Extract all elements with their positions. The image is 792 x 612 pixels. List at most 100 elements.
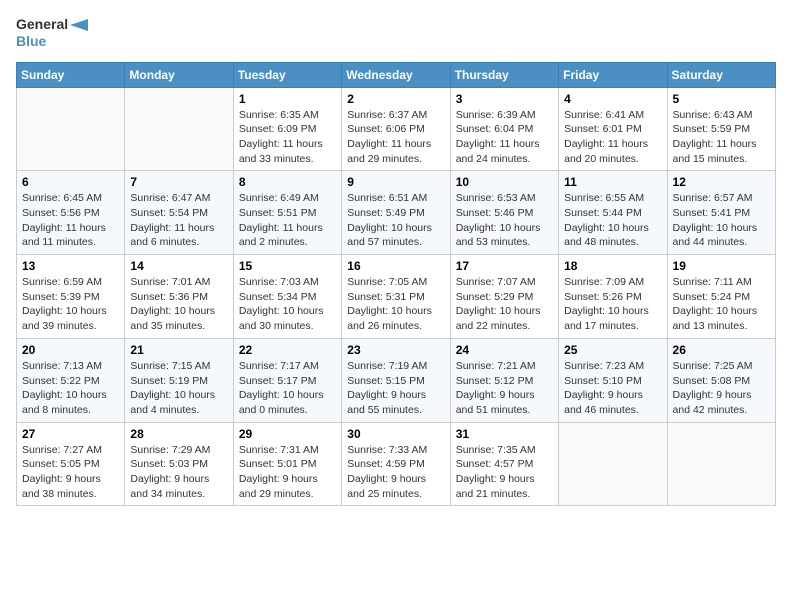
day-number: 12: [673, 175, 770, 189]
day-number: 15: [239, 259, 336, 273]
calendar-week-row: 6 Sunrise: 6:45 AMSunset: 5:56 PMDaylight…: [17, 171, 776, 255]
day-number: 21: [130, 343, 227, 357]
calendar-cell: 25Sunrise: 7:23 AMSunset: 5:10 PMDayligh…: [559, 338, 667, 422]
calendar-cell: 17 Sunrise: 7:07 AMSunset: 5:29 PMDayligh…: [450, 255, 558, 339]
calendar-cell: 22 Sunrise: 7:17 AMSunset: 5:17 PMDayligh…: [233, 338, 341, 422]
day-info: Sunrise: 7:19 AMSunset: 5:15 PMDaylight:…: [347, 359, 444, 418]
calendar-cell: 1 Sunrise: 6:35 AMSunset: 6:09 PMDaylight…: [233, 87, 341, 171]
day-number: 23: [347, 343, 444, 357]
calendar-cell: 28 Sunrise: 7:29 AMSunset: 5:03 PMDayligh…: [125, 422, 233, 506]
logo-text: General Blue: [16, 16, 88, 50]
calendar-cell: 18 Sunrise: 7:09 AMSunset: 5:26 PMDayligh…: [559, 255, 667, 339]
day-info: Sunrise: 7:07 AMSunset: 5:29 PMDaylight:…: [456, 275, 553, 334]
calendar-cell: 14Sunrise: 7:01 AMSunset: 5:36 PMDayligh…: [125, 255, 233, 339]
day-info: Sunrise: 6:35 AMSunset: 6:09 PMDaylight:…: [239, 108, 336, 167]
logo: General Blue: [16, 16, 88, 50]
weekday-header: Tuesday: [233, 62, 341, 87]
day-number: 18: [564, 259, 661, 273]
day-info: Sunrise: 6:45 AMSunset: 5:56 PMDaylight:…: [22, 191, 119, 250]
day-info: Sunrise: 7:17 AMSunset: 5:17 PMDaylight:…: [239, 359, 336, 418]
day-number: 2: [347, 92, 444, 106]
day-info: Sunrise: 6:51 AMSunset: 5:49 PMDaylight:…: [347, 191, 444, 250]
calendar-header-row: SundayMondayTuesdayWednesdayThursdayFrid…: [17, 62, 776, 87]
day-number: 29: [239, 427, 336, 441]
day-info: Sunrise: 7:23 AMSunset: 5:10 PMDaylight:…: [564, 359, 661, 418]
calendar-cell: 27 Sunrise: 7:27 AMSunset: 5:05 PMDayligh…: [17, 422, 125, 506]
day-number: 20: [22, 343, 119, 357]
day-info: Sunrise: 7:01 AMSunset: 5:36 PMDaylight:…: [130, 275, 227, 334]
day-info: Sunrise: 7:09 AMSunset: 5:26 PMDaylight:…: [564, 275, 661, 334]
calendar-week-row: 1 Sunrise: 6:35 AMSunset: 6:09 PMDaylight…: [17, 87, 776, 171]
calendar-cell: 16 Sunrise: 7:05 AMSunset: 5:31 PMDayligh…: [342, 255, 450, 339]
day-info: Sunrise: 7:27 AMSunset: 5:05 PMDaylight:…: [22, 443, 119, 502]
day-number: 27: [22, 427, 119, 441]
calendar-cell: 13 Sunrise: 6:59 AMSunset: 5:39 PMDayligh…: [17, 255, 125, 339]
day-number: 1: [239, 92, 336, 106]
day-info: Sunrise: 7:33 AMSunset: 4:59 PMDaylight:…: [347, 443, 444, 502]
calendar-cell: [17, 87, 125, 171]
day-number: 19: [673, 259, 770, 273]
weekday-header: Saturday: [667, 62, 775, 87]
page-header: General Blue: [16, 16, 776, 50]
calendar-cell: 23 Sunrise: 7:19 AMSunset: 5:15 PMDayligh…: [342, 338, 450, 422]
calendar-cell: 3 Sunrise: 6:39 AMSunset: 6:04 PMDaylight…: [450, 87, 558, 171]
day-number: 16: [347, 259, 444, 273]
calendar-cell: 9 Sunrise: 6:51 AMSunset: 5:49 PMDaylight…: [342, 171, 450, 255]
weekday-header: Monday: [125, 62, 233, 87]
weekday-header: Thursday: [450, 62, 558, 87]
calendar-cell: 24 Sunrise: 7:21 AMSunset: 5:12 PMDayligh…: [450, 338, 558, 422]
day-number: 4: [564, 92, 661, 106]
day-info: Sunrise: 7:21 AMSunset: 5:12 PMDaylight:…: [456, 359, 553, 418]
day-number: 6: [22, 175, 119, 189]
calendar-cell: 20 Sunrise: 7:13 AMSunset: 5:22 PMDayligh…: [17, 338, 125, 422]
calendar-cell: 12Sunrise: 6:57 AMSunset: 5:41 PMDayligh…: [667, 171, 775, 255]
weekday-header: Sunday: [17, 62, 125, 87]
calendar-table: SundayMondayTuesdayWednesdayThursdayFrid…: [16, 62, 776, 507]
day-number: 31: [456, 427, 553, 441]
calendar-cell: 2 Sunrise: 6:37 AMSunset: 6:06 PMDaylight…: [342, 87, 450, 171]
day-number: 11: [564, 175, 661, 189]
day-info: Sunrise: 6:59 AMSunset: 5:39 PMDaylight:…: [22, 275, 119, 334]
calendar-cell: 4 Sunrise: 6:41 AMSunset: 6:01 PMDaylight…: [559, 87, 667, 171]
calendar-cell: 8 Sunrise: 6:49 AMSunset: 5:51 PMDaylight…: [233, 171, 341, 255]
day-info: Sunrise: 7:25 AMSunset: 5:08 PMDaylight:…: [673, 359, 770, 418]
calendar-cell: 15 Sunrise: 7:03 AMSunset: 5:34 PMDayligh…: [233, 255, 341, 339]
day-info: Sunrise: 7:29 AMSunset: 5:03 PMDaylight:…: [130, 443, 227, 502]
day-info: Sunrise: 6:55 AMSunset: 5:44 PMDaylight:…: [564, 191, 661, 250]
calendar-cell: [125, 87, 233, 171]
weekday-header: Wednesday: [342, 62, 450, 87]
day-number: 9: [347, 175, 444, 189]
day-info: Sunrise: 7:31 AMSunset: 5:01 PMDaylight:…: [239, 443, 336, 502]
calendar-week-row: 20 Sunrise: 7:13 AMSunset: 5:22 PMDayligh…: [17, 338, 776, 422]
day-info: Sunrise: 7:35 AMSunset: 4:57 PMDaylight:…: [456, 443, 553, 502]
calendar-cell: 29 Sunrise: 7:31 AMSunset: 5:01 PMDayligh…: [233, 422, 341, 506]
calendar-cell: 11 Sunrise: 6:55 AMSunset: 5:44 PMDayligh…: [559, 171, 667, 255]
day-info: Sunrise: 7:05 AMSunset: 5:31 PMDaylight:…: [347, 275, 444, 334]
day-info: Sunrise: 6:47 AMSunset: 5:54 PMDaylight:…: [130, 191, 227, 250]
day-number: 28: [130, 427, 227, 441]
day-number: 3: [456, 92, 553, 106]
day-number: 8: [239, 175, 336, 189]
day-number: 17: [456, 259, 553, 273]
calendar-cell: 6 Sunrise: 6:45 AMSunset: 5:56 PMDaylight…: [17, 171, 125, 255]
day-number: 22: [239, 343, 336, 357]
day-number: 10: [456, 175, 553, 189]
calendar-week-row: 13 Sunrise: 6:59 AMSunset: 5:39 PMDayligh…: [17, 255, 776, 339]
calendar-week-row: 27 Sunrise: 7:27 AMSunset: 5:05 PMDayligh…: [17, 422, 776, 506]
calendar-cell: 19Sunrise: 7:11 AMSunset: 5:24 PMDayligh…: [667, 255, 775, 339]
weekday-header: Friday: [559, 62, 667, 87]
calendar-cell: [559, 422, 667, 506]
day-number: 24: [456, 343, 553, 357]
day-info: Sunrise: 7:03 AMSunset: 5:34 PMDaylight:…: [239, 275, 336, 334]
day-number: 13: [22, 259, 119, 273]
day-info: Sunrise: 6:37 AMSunset: 6:06 PMDaylight:…: [347, 108, 444, 167]
calendar-cell: 10Sunrise: 6:53 AMSunset: 5:46 PMDayligh…: [450, 171, 558, 255]
day-info: Sunrise: 6:39 AMSunset: 6:04 PMDaylight:…: [456, 108, 553, 167]
day-number: 5: [673, 92, 770, 106]
calendar-cell: 26Sunrise: 7:25 AMSunset: 5:08 PMDayligh…: [667, 338, 775, 422]
day-info: Sunrise: 6:49 AMSunset: 5:51 PMDaylight:…: [239, 191, 336, 250]
day-info: Sunrise: 7:13 AMSunset: 5:22 PMDaylight:…: [22, 359, 119, 418]
calendar-cell: [667, 422, 775, 506]
day-number: 30: [347, 427, 444, 441]
day-info: Sunrise: 6:41 AMSunset: 6:01 PMDaylight:…: [564, 108, 661, 167]
